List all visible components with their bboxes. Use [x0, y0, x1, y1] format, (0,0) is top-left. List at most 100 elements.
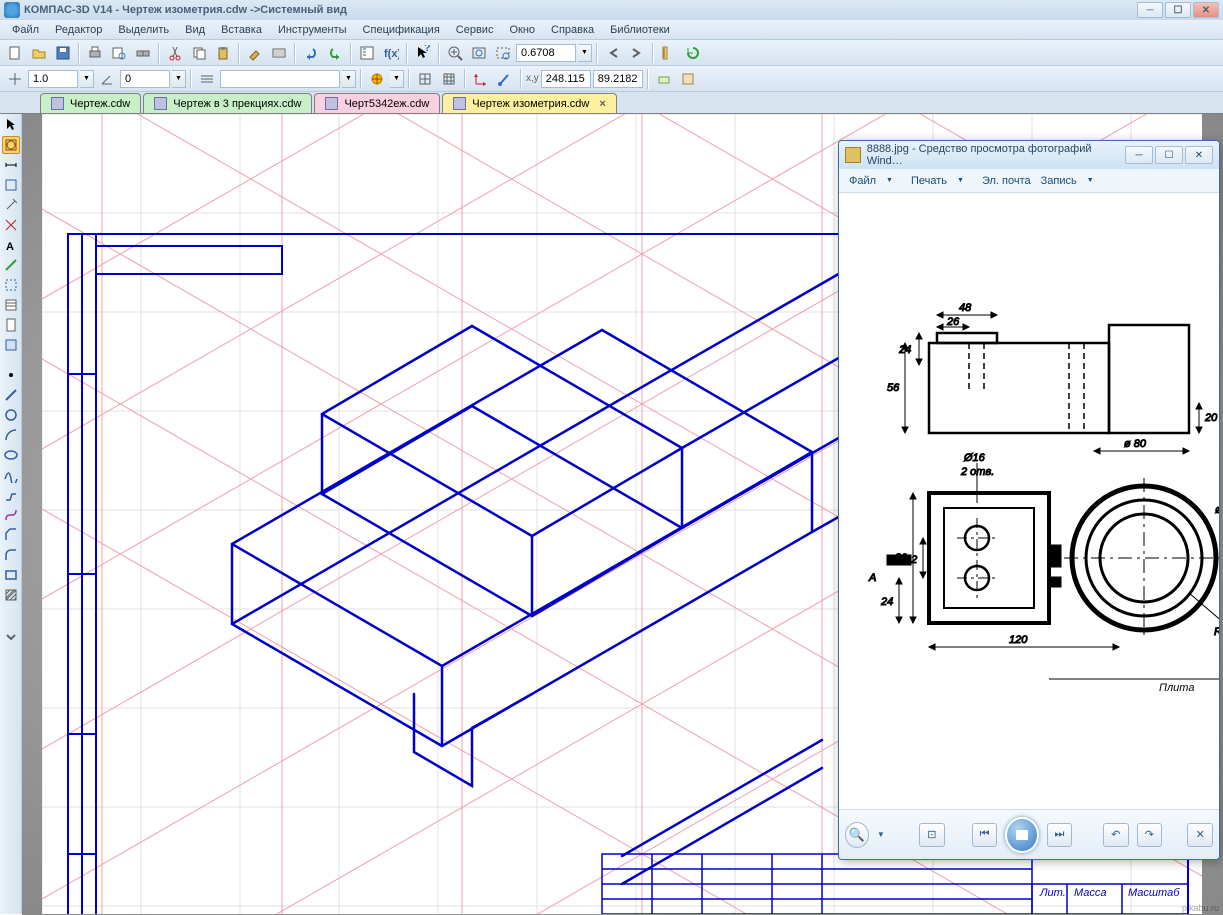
linestyle-button[interactable] — [196, 68, 218, 90]
viewer-min-button[interactable]: ─ — [1125, 146, 1153, 164]
zoom-dd-icon[interactable]: ▼ — [877, 830, 885, 839]
redo-button[interactable] — [324, 42, 346, 64]
vars-button[interactable]: f(x) — [380, 42, 402, 64]
dim-tool[interactable] — [2, 156, 20, 174]
ortho-button[interactable] — [4, 68, 26, 90]
poly-tool[interactable] — [2, 486, 20, 504]
tab-2[interactable]: Черт5342еж.cdw — [314, 93, 440, 113]
misc1-button[interactable] — [653, 68, 675, 90]
rotate-cw-button[interactable]: ↷ — [1137, 823, 1163, 847]
menu-insert[interactable]: Вставка — [213, 22, 270, 38]
report-tool[interactable] — [2, 316, 20, 334]
zoom-dropdown[interactable]: ▼ — [578, 44, 592, 62]
window-close-button[interactable]: ✕ — [1193, 2, 1219, 18]
viewer-menu-email[interactable]: Эл. почта — [978, 173, 1035, 189]
fillet-tool[interactable] — [2, 546, 20, 564]
misc2-button[interactable] — [677, 68, 699, 90]
bezier-tool[interactable] — [2, 506, 20, 524]
window-maximize-button[interactable]: ☐ — [1165, 2, 1191, 18]
save-button[interactable] — [52, 42, 74, 64]
grid-toggle[interactable] — [414, 68, 436, 90]
viewer-image-area[interactable]: 48 26 24 56 20 Ø16 2 отв. ø 80 — [839, 193, 1219, 809]
delete-button[interactable]: ✕ — [1187, 823, 1213, 847]
prev-button[interactable]: ⏮ — [972, 823, 998, 847]
edit-tool[interactable] — [2, 196, 20, 214]
linewidth-input[interactable] — [28, 70, 78, 88]
menu-libs[interactable]: Библиотеки — [602, 22, 678, 38]
rotate-ccw-button[interactable]: ↶ — [1103, 823, 1129, 847]
viewer-menu-burn[interactable]: Запись — [1037, 173, 1081, 189]
tab-1[interactable]: Чертеж в 3 прекциях.cdw — [143, 93, 312, 113]
grid2-button[interactable] — [438, 68, 460, 90]
spec-tool[interactable] — [2, 296, 20, 314]
viewer-titlebar[interactable]: 8888.jpg - Средство просмотра фотографий… — [839, 141, 1219, 169]
zoom-in-button[interactable] — [444, 42, 466, 64]
linestyle-input[interactable] — [220, 70, 340, 88]
param-tool[interactable] — [2, 216, 20, 234]
printers-button[interactable] — [132, 42, 154, 64]
coord-y-input[interactable] — [593, 70, 643, 88]
fit-button[interactable]: ⊡ — [919, 823, 945, 847]
menu-service[interactable]: Сервис — [448, 22, 502, 38]
select-tool[interactable] — [2, 276, 20, 294]
cut-button[interactable] — [164, 42, 186, 64]
menu-help[interactable]: Справка — [543, 22, 602, 38]
new-button[interactable] — [4, 42, 26, 64]
measure-tool[interactable] — [2, 256, 20, 274]
font-tool[interactable]: A — [2, 236, 20, 254]
redraw-button[interactable] — [682, 42, 704, 64]
zoom-next-button[interactable] — [626, 42, 648, 64]
print-button[interactable] — [84, 42, 106, 64]
menu-edit[interactable]: Редактор — [47, 22, 110, 38]
tab-3[interactable]: Чертеж изометрия.cdw× — [442, 93, 616, 113]
arc-tool[interactable] — [2, 426, 20, 444]
paste-button[interactable] — [212, 42, 234, 64]
window-minimize-button[interactable]: ─ — [1137, 2, 1163, 18]
menu-tools[interactable]: Инструменты — [270, 22, 355, 38]
circle-tool[interactable] — [2, 406, 20, 424]
hatch-tool[interactable] — [2, 586, 20, 604]
viewer-max-button[interactable]: ☐ — [1155, 146, 1183, 164]
geometry-tool[interactable] — [2, 136, 20, 154]
next-button[interactable]: ⏭ — [1047, 823, 1073, 847]
line-tool[interactable] — [2, 386, 20, 404]
insert-tool[interactable] — [2, 336, 20, 354]
ruler-button[interactable] — [658, 42, 680, 64]
menu-file[interactable]: Файл — [4, 22, 47, 38]
snap-dd[interactable]: ▼ — [390, 70, 404, 88]
props-button[interactable] — [268, 42, 290, 64]
linewidth-dd[interactable]: ▼ — [80, 70, 94, 88]
zoom-window-button[interactable] — [492, 42, 514, 64]
localcs-button[interactable] — [470, 68, 492, 90]
preview-button[interactable] — [108, 42, 130, 64]
ang-button[interactable] — [96, 68, 118, 90]
zoom-fit-button[interactable] — [468, 42, 490, 64]
tree-expand[interactable] — [2, 628, 20, 646]
zoom-value-input[interactable] — [516, 44, 576, 62]
snap-toggle[interactable] — [366, 68, 388, 90]
help-cursor-button[interactable]: ? — [412, 42, 434, 64]
viewer-menu-print[interactable]: Печать — [907, 173, 951, 189]
step-dd[interactable]: ▼ — [172, 70, 186, 88]
slideshow-button[interactable] — [1005, 817, 1038, 853]
zoom-out-button[interactable]: 🔍 — [845, 822, 869, 848]
ellipse-tool[interactable] — [2, 446, 20, 464]
copy-button[interactable] — [188, 42, 210, 64]
menu-spec[interactable]: Спецификация — [355, 22, 448, 38]
viewer-menu-file[interactable]: Файл — [845, 173, 880, 189]
viewer-close-button[interactable]: ✕ — [1185, 146, 1213, 164]
step-input[interactable] — [120, 70, 170, 88]
paint-button[interactable] — [244, 42, 266, 64]
manager-button[interactable] — [356, 42, 378, 64]
menu-select[interactable]: Выделить — [110, 22, 177, 38]
linestyle-dd[interactable]: ▼ — [342, 70, 356, 88]
point-tool[interactable] — [2, 366, 20, 384]
angsnap-button[interactable] — [494, 68, 516, 90]
zoom-prev-button[interactable] — [602, 42, 624, 64]
menu-window[interactable]: Окно — [501, 22, 543, 38]
undo-button[interactable] — [300, 42, 322, 64]
tab-close-icon[interactable]: × — [595, 98, 605, 110]
photo-viewer-window[interactable]: 8888.jpg - Средство просмотра фотографий… — [838, 140, 1220, 860]
pointer-tool[interactable] — [2, 116, 20, 134]
rect-tool[interactable] — [2, 566, 20, 584]
